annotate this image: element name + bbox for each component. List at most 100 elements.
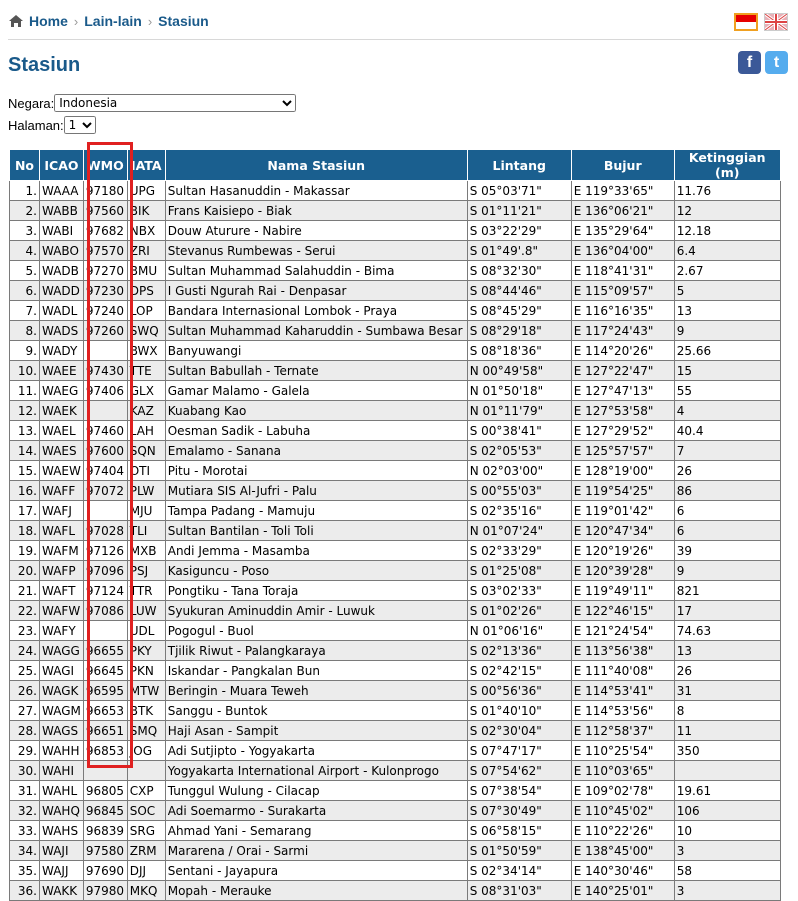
cell-nama: Pitu - Morotai bbox=[164, 460, 468, 481]
cell-lon: E 114°20'26" bbox=[570, 340, 675, 361]
cell-lon: E 113°56'38" bbox=[570, 640, 675, 661]
cell-lon: E 120°39'28" bbox=[570, 560, 675, 581]
cell-icao: WABO bbox=[39, 240, 84, 261]
cell-no: 2. bbox=[9, 200, 40, 221]
cell-icao: WADY bbox=[39, 340, 84, 361]
cell-alt: 9 bbox=[673, 560, 781, 581]
cell-wmo: 97124 bbox=[82, 580, 128, 601]
cell-no: 1. bbox=[9, 180, 40, 201]
cell-wmo: 96651 bbox=[82, 720, 128, 741]
cell-iata: JOG bbox=[126, 740, 166, 761]
cell-wmo: 97230 bbox=[82, 280, 128, 301]
cell-lon: E 110°22'26" bbox=[570, 820, 675, 841]
cell-iata: LOP bbox=[126, 300, 166, 321]
cell-wmo bbox=[82, 620, 128, 641]
cell-nama: Douw Aturure - Nabire bbox=[164, 220, 468, 241]
cell-icao: WAGI bbox=[39, 660, 84, 681]
cell-lon: E 136°06'21" bbox=[570, 200, 675, 221]
cell-iata: UPG bbox=[126, 180, 166, 201]
cell-nama: Gamar Malamo - Galela bbox=[164, 380, 468, 401]
cell-lon: E 118°41'31" bbox=[570, 260, 675, 281]
breadcrumb-home[interactable]: Home bbox=[29, 13, 68, 29]
cell-nama: Mutiara SIS Al-Jufri - Palu bbox=[164, 480, 468, 501]
cell-wmo bbox=[82, 760, 128, 781]
cell-icao: WAFF bbox=[39, 480, 84, 501]
cell-no: 23. bbox=[9, 620, 40, 641]
table-row: 19. WAFM 97126 MXB Andi Jemma - Masamba S 02°… bbox=[9, 540, 781, 561]
cell-no: 14. bbox=[9, 440, 40, 461]
cell-nama: Pongtiku - Tana Toraja bbox=[164, 580, 468, 601]
cell-iata: DJJ bbox=[126, 860, 166, 881]
header-lintang: Lintang bbox=[466, 149, 572, 181]
cell-icao: WAFY bbox=[39, 620, 84, 641]
cell-alt: 26 bbox=[673, 460, 781, 481]
cell-lat: S 07°38'54" bbox=[466, 780, 572, 801]
cell-wmo: 96645 bbox=[82, 660, 128, 681]
cell-icao: WAFW bbox=[39, 600, 84, 621]
cell-lat: S 01°50'59" bbox=[466, 840, 572, 861]
cell-lon: E 111°40'08" bbox=[570, 660, 675, 681]
cell-nama: Sentani - Jayapura bbox=[164, 860, 468, 881]
cell-no: 8. bbox=[9, 320, 40, 341]
cell-alt: 350 bbox=[673, 740, 781, 761]
cell-wmo: 97690 bbox=[82, 860, 128, 881]
table-row: 12. WAEK KAZ Kuabang Kao N 01°11'79" E 127°53… bbox=[9, 400, 781, 421]
cell-alt: 17 bbox=[673, 600, 781, 621]
cell-no: 12. bbox=[9, 400, 40, 421]
cell-wmo: 97270 bbox=[82, 260, 128, 281]
cell-lat: N 00°49'58" bbox=[466, 360, 572, 381]
table-row: 8. WADS 97260 SWQ Sultan Muhammad Kaharuddin… bbox=[9, 320, 781, 341]
cell-wmo bbox=[82, 500, 128, 521]
breadcrumb-lain-lain[interactable]: Lain-lain bbox=[84, 13, 142, 29]
cell-lon: E 119°01'42" bbox=[570, 500, 675, 521]
cell-lon: E 125°57'57" bbox=[570, 440, 675, 461]
cell-icao: WAFM bbox=[39, 540, 84, 561]
table-row: 1. WAAA 97180 UPG Sultan Hasanuddin - Makass… bbox=[9, 180, 781, 201]
cell-alt: 12 bbox=[673, 200, 781, 221]
indonesia-flag-icon[interactable] bbox=[734, 13, 758, 31]
cell-no: 19. bbox=[9, 540, 40, 561]
cell-iata: MTW bbox=[126, 680, 166, 701]
cell-wmo: 97980 bbox=[82, 880, 128, 901]
cell-wmo bbox=[82, 400, 128, 421]
cell-nama: Iskandar - Pangkalan Bun bbox=[164, 660, 468, 681]
cell-iata: TTE bbox=[126, 360, 166, 381]
cell-lat: S 02°42'15" bbox=[466, 660, 572, 681]
cell-no: 35. bbox=[9, 860, 40, 881]
cell-no: 18. bbox=[9, 520, 40, 541]
cell-icao: WAJJ bbox=[39, 860, 84, 881]
facebook-icon[interactable]: f bbox=[738, 51, 761, 74]
cell-lon: E 114°53'41" bbox=[570, 680, 675, 701]
cell-nama: Emalamo - Sanana bbox=[164, 440, 468, 461]
cell-nama: Andi Jemma - Masamba bbox=[164, 540, 468, 561]
cell-lat: N 01°11'79" bbox=[466, 400, 572, 421]
negara-label: Negara: bbox=[8, 95, 55, 111]
cell-alt: 39 bbox=[673, 540, 781, 561]
cell-no: 4. bbox=[9, 240, 40, 261]
cell-wmo: 97028 bbox=[82, 520, 128, 541]
cell-icao: WAKK bbox=[39, 880, 84, 901]
cell-iata: TLI bbox=[126, 520, 166, 541]
cell-lat: S 01°25'08" bbox=[466, 560, 572, 581]
halaman-select[interactable]: 1 bbox=[63, 116, 96, 134]
cell-iata: SOC bbox=[126, 800, 166, 821]
cell-alt: 11 bbox=[673, 720, 781, 741]
cell-iata: GLX bbox=[126, 380, 166, 401]
table-row: 17. WAFJ MJU Tampa Padang - Mamuju S 02°35'1… bbox=[9, 500, 781, 521]
twitter-icon[interactable]: t bbox=[765, 51, 788, 74]
header-ketinggian: Ketinggian (m) bbox=[673, 149, 781, 181]
cell-lon: E 119°49'11" bbox=[570, 580, 675, 601]
cell-no: 20. bbox=[9, 560, 40, 581]
cell-no: 26. bbox=[9, 680, 40, 701]
table-row: 29. WAHH 96853 JOG Adi Sutjipto - Yogyakarta… bbox=[9, 740, 781, 761]
cell-icao: WADS bbox=[39, 320, 84, 341]
cell-iata: SQN bbox=[126, 440, 166, 461]
cell-lon: E 109°02'78" bbox=[570, 780, 675, 801]
negara-select[interactable]: Indonesia bbox=[54, 94, 297, 112]
language-switcher bbox=[734, 12, 788, 32]
cell-iata: ZRI bbox=[126, 240, 166, 261]
cell-iata: MXB bbox=[126, 540, 166, 561]
cell-nama: Ahmad Yani - Semarang bbox=[164, 820, 468, 841]
uk-flag-icon[interactable] bbox=[764, 12, 788, 32]
breadcrumb-stasiun[interactable]: Stasiun bbox=[158, 13, 209, 29]
